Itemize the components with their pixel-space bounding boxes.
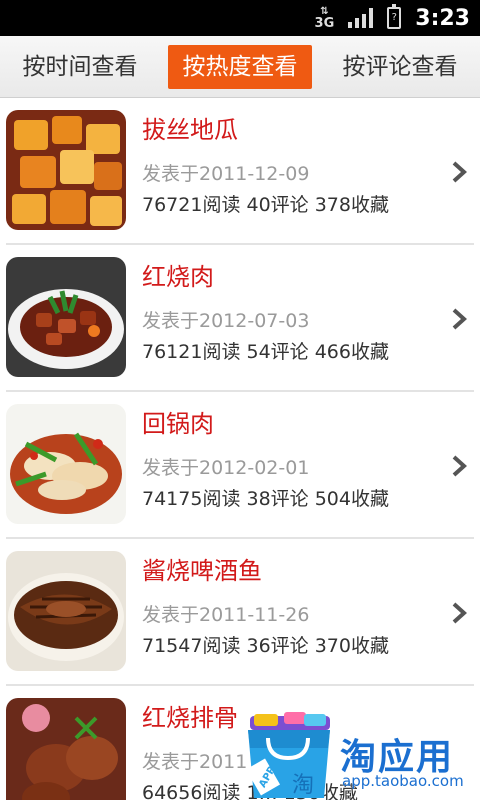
recipe-stats: 74175阅读 38评论 504收藏 [142, 488, 389, 510]
recipe-thumbnail [6, 110, 126, 230]
tab-by-comments[interactable]: 按评论查看 [328, 45, 472, 89]
recipe-title: 拔丝地瓜 [142, 116, 238, 144]
signal-icon [348, 8, 374, 28]
ad-bag-text: 淘 [292, 773, 314, 798]
chevron-right-icon [452, 308, 467, 330]
recipe-title: 酱烧啤酒鱼 [142, 557, 262, 585]
list-item[interactable]: 回锅肉 发表于2012-02-01 74175阅读 38评论 504收藏 [6, 392, 474, 539]
tab-by-popularity[interactable]: 按热度查看 [168, 44, 312, 89]
recipe-title: 红烧肉 [142, 263, 214, 291]
publish-date: 发表于2011 [142, 751, 248, 773]
sort-tabs: 按时间查看 按热度查看 按评论查看 [0, 36, 480, 98]
ad-url: app.taobao.com [342, 772, 464, 790]
recipe-thumbnail [6, 551, 126, 671]
publish-date: 发表于2011-11-26 [142, 604, 310, 626]
chevron-right-icon [452, 602, 467, 624]
taobao-app-ad[interactable]: APP 淘 淘应用 app.taobao.com [240, 700, 480, 800]
recipe-title: 回锅肉 [142, 410, 214, 438]
publish-date: 发表于2011-12-09 [142, 163, 310, 185]
recipe-list: 拔丝地瓜 发表于2011-12-09 76721阅读 40评论 378收藏 红烧… [0, 98, 480, 800]
tab-by-time[interactable]: 按时间查看 [8, 45, 152, 89]
list-item[interactable]: 酱烧啤酒鱼 发表于2011-11-26 71547阅读 36评论 370收藏 [6, 539, 474, 686]
recipe-stats: 76121阅读 54评论 466收藏 [142, 341, 389, 363]
chevron-right-icon [452, 455, 467, 477]
recipe-thumbnail [6, 698, 126, 800]
list-item[interactable]: 拔丝地瓜 发表于2011-12-09 76721阅读 40评论 378收藏 [6, 98, 474, 245]
list-item[interactable]: 红烧肉 发表于2012-07-03 76121阅读 54评论 466收藏 [6, 245, 474, 392]
recipe-thumbnail [6, 257, 126, 377]
chevron-right-icon [452, 161, 467, 183]
recipe-title: 红烧排骨 [142, 704, 238, 732]
recipe-stats: 76721阅读 40评论 378收藏 [142, 194, 389, 216]
recipe-thumbnail [6, 404, 126, 524]
shopping-bag-icon: APP 淘 [245, 712, 330, 798]
network-indicator: ⇅ 3G [314, 6, 335, 31]
status-icons: ⇅ 3G ? 3:23 [315, 0, 470, 36]
battery-icon: ? [387, 4, 402, 29]
publish-date: 发表于2012-02-01 [142, 457, 310, 479]
recipe-stats: 71547阅读 36评论 370收藏 [142, 635, 389, 657]
publish-date: 发表于2012-07-03 [142, 310, 310, 332]
clock: 3:23 [415, 5, 470, 31]
status-bar: ⇅ 3G ? 3:23 [0, 0, 480, 36]
